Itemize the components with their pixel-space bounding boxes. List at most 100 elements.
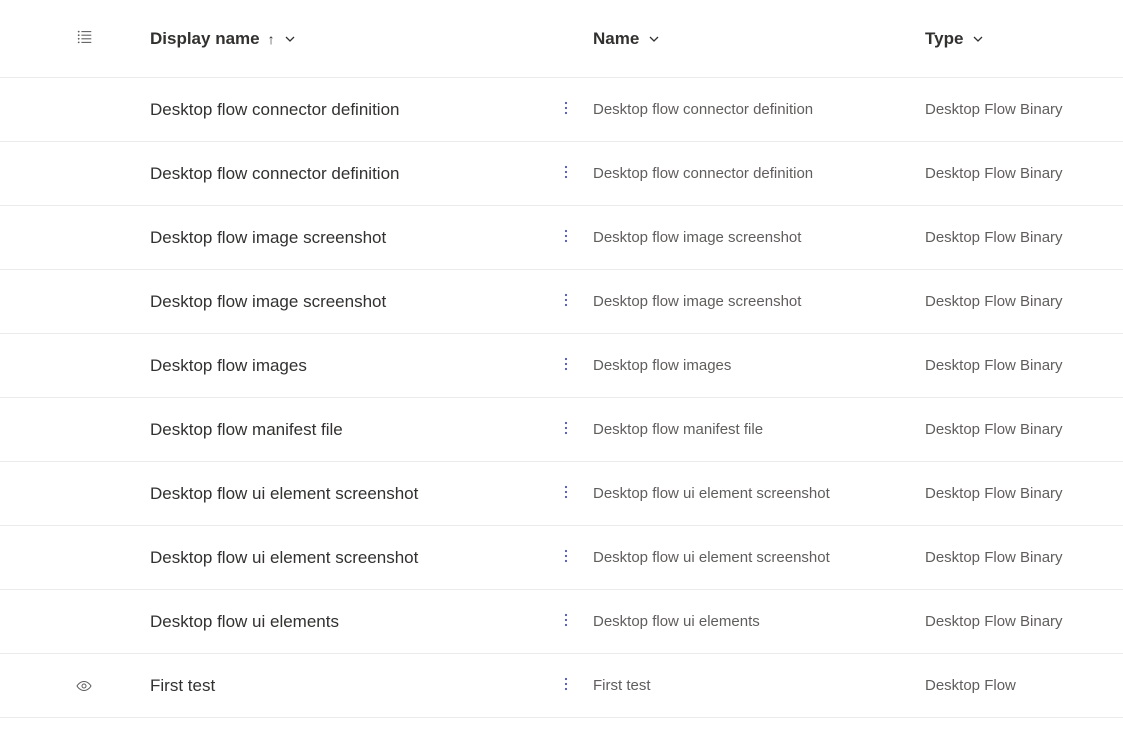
row-type: Desktop Flow bbox=[925, 677, 1016, 694]
row-display-name[interactable]: First test bbox=[150, 676, 215, 696]
chevron-down-icon[interactable] bbox=[647, 32, 661, 46]
row-display-name[interactable]: Desktop flow connector definition bbox=[150, 100, 399, 120]
table-row[interactable]: Desktop flow ui element screenshot Deskt… bbox=[0, 526, 1123, 590]
row-name-cell: Desktop flow image screenshot bbox=[593, 293, 925, 310]
list-view-icon[interactable] bbox=[76, 28, 94, 49]
row-name: Desktop flow connector definition bbox=[593, 165, 813, 182]
row-name-cell: Desktop flow ui elements bbox=[593, 613, 925, 630]
row-display-name-cell: Desktop flow ui element screenshot bbox=[145, 484, 538, 504]
row-menu-cell bbox=[538, 484, 593, 503]
row-display-name-cell: Desktop flow connector definition bbox=[145, 164, 538, 184]
more-actions-icon[interactable] bbox=[558, 356, 574, 375]
table-row[interactable]: Desktop flow image screenshot Desktop fl… bbox=[0, 270, 1123, 334]
row-menu-cell bbox=[538, 356, 593, 375]
row-display-name[interactable]: Desktop flow ui element screenshot bbox=[150, 484, 418, 504]
row-display-name-cell: Desktop flow image screenshot bbox=[145, 228, 538, 248]
row-display-name-cell: Desktop flow ui element screenshot bbox=[145, 548, 538, 568]
row-name: Desktop flow manifest file bbox=[593, 421, 763, 438]
row-name: First test bbox=[593, 677, 651, 694]
row-menu-cell bbox=[538, 676, 593, 695]
table-row[interactable]: Desktop flow manifest file Desktop flow … bbox=[0, 398, 1123, 462]
row-display-name[interactable]: Desktop flow image screenshot bbox=[150, 228, 386, 248]
row-eye-cell bbox=[70, 678, 145, 694]
row-type-cell: Desktop Flow Binary bbox=[925, 357, 1123, 374]
header-list-icon-cell bbox=[70, 28, 145, 49]
more-actions-icon[interactable] bbox=[558, 676, 574, 695]
row-type-cell: Desktop Flow Binary bbox=[925, 485, 1123, 502]
row-display-name-cell: Desktop flow images bbox=[145, 356, 538, 376]
row-type: Desktop Flow Binary bbox=[925, 357, 1063, 374]
row-type: Desktop Flow Binary bbox=[925, 549, 1063, 566]
header-type-label: Type bbox=[925, 29, 963, 49]
table-header-row: Display name ↑ Name bbox=[0, 0, 1123, 78]
more-actions-icon[interactable] bbox=[558, 228, 574, 247]
row-display-name-cell: Desktop flow image screenshot bbox=[145, 292, 538, 312]
more-actions-icon[interactable] bbox=[558, 612, 574, 631]
header-name[interactable]: Name bbox=[593, 29, 925, 49]
more-actions-icon[interactable] bbox=[558, 484, 574, 503]
header-display-name-label: Display name bbox=[150, 29, 260, 49]
row-type: Desktop Flow Binary bbox=[925, 613, 1063, 630]
row-type-cell: Desktop Flow Binary bbox=[925, 229, 1123, 246]
row-type: Desktop Flow Binary bbox=[925, 101, 1063, 118]
more-actions-icon[interactable] bbox=[558, 420, 574, 439]
row-menu-cell bbox=[538, 100, 593, 119]
table-row[interactable]: Desktop flow image screenshot Desktop fl… bbox=[0, 206, 1123, 270]
header-type[interactable]: Type bbox=[925, 29, 1123, 49]
row-display-name[interactable]: Desktop flow ui element screenshot bbox=[150, 548, 418, 568]
row-display-name[interactable]: Desktop flow manifest file bbox=[150, 420, 343, 440]
row-name-cell: Desktop flow connector definition bbox=[593, 165, 925, 182]
row-type: Desktop Flow Binary bbox=[925, 229, 1063, 246]
row-display-name-cell: Desktop flow manifest file bbox=[145, 420, 538, 440]
more-actions-icon[interactable] bbox=[558, 292, 574, 311]
row-name: Desktop flow image screenshot bbox=[593, 293, 801, 310]
row-type: Desktop Flow Binary bbox=[925, 485, 1063, 502]
more-actions-icon[interactable] bbox=[558, 100, 574, 119]
more-actions-icon[interactable] bbox=[558, 548, 574, 567]
row-type-cell: Desktop Flow Binary bbox=[925, 421, 1123, 438]
row-name-cell: Desktop flow ui element screenshot bbox=[593, 485, 925, 502]
row-type: Desktop Flow Binary bbox=[925, 293, 1063, 310]
row-menu-cell bbox=[538, 548, 593, 567]
row-name-cell: Desktop flow manifest file bbox=[593, 421, 925, 438]
row-type-cell: Desktop Flow Binary bbox=[925, 293, 1123, 310]
row-display-name-cell: Desktop flow ui elements bbox=[145, 612, 538, 632]
row-name: Desktop flow connector definition bbox=[593, 101, 813, 118]
chevron-down-icon[interactable] bbox=[283, 32, 297, 46]
row-name-cell: Desktop flow connector definition bbox=[593, 101, 925, 118]
row-name: Desktop flow ui elements bbox=[593, 613, 760, 630]
row-name: Desktop flow ui element screenshot bbox=[593, 549, 830, 566]
row-name-cell: Desktop flow ui element screenshot bbox=[593, 549, 925, 566]
table-row[interactable]: Desktop flow connector definition Deskto… bbox=[0, 78, 1123, 142]
eye-icon bbox=[76, 678, 92, 694]
row-menu-cell bbox=[538, 292, 593, 311]
row-type-cell: Desktop Flow Binary bbox=[925, 613, 1123, 630]
row-display-name[interactable]: Desktop flow images bbox=[150, 356, 307, 376]
row-type: Desktop Flow Binary bbox=[925, 165, 1063, 182]
row-menu-cell bbox=[538, 612, 593, 631]
row-type-cell: Desktop Flow Binary bbox=[925, 549, 1123, 566]
row-type-cell: Desktop Flow Binary bbox=[925, 101, 1123, 118]
row-display-name-cell: First test bbox=[145, 676, 538, 696]
row-name: Desktop flow images bbox=[593, 357, 731, 374]
row-display-name-cell: Desktop flow connector definition bbox=[145, 100, 538, 120]
table-row[interactable]: Desktop flow connector definition Deskto… bbox=[0, 142, 1123, 206]
table-row[interactable]: Desktop flow ui elements Desktop flow ui… bbox=[0, 590, 1123, 654]
row-menu-cell bbox=[538, 164, 593, 183]
row-name-cell: Desktop flow image screenshot bbox=[593, 229, 925, 246]
row-type-cell: Desktop Flow bbox=[925, 677, 1123, 694]
table-row[interactable]: First test First test Desktop Flow bbox=[0, 654, 1123, 718]
row-name-cell: First test bbox=[593, 677, 925, 694]
row-menu-cell bbox=[538, 420, 593, 439]
table-row[interactable]: Desktop flow images Desktop flow images … bbox=[0, 334, 1123, 398]
row-display-name[interactable]: Desktop flow image screenshot bbox=[150, 292, 386, 312]
row-type-cell: Desktop Flow Binary bbox=[925, 165, 1123, 182]
row-display-name[interactable]: Desktop flow ui elements bbox=[150, 612, 339, 632]
chevron-down-icon[interactable] bbox=[971, 32, 985, 46]
data-table: Display name ↑ Name bbox=[0, 0, 1123, 718]
more-actions-icon[interactable] bbox=[558, 164, 574, 183]
row-display-name[interactable]: Desktop flow connector definition bbox=[150, 164, 399, 184]
header-display-name[interactable]: Display name ↑ bbox=[145, 29, 538, 49]
table-row[interactable]: Desktop flow ui element screenshot Deskt… bbox=[0, 462, 1123, 526]
row-type: Desktop Flow Binary bbox=[925, 421, 1063, 438]
